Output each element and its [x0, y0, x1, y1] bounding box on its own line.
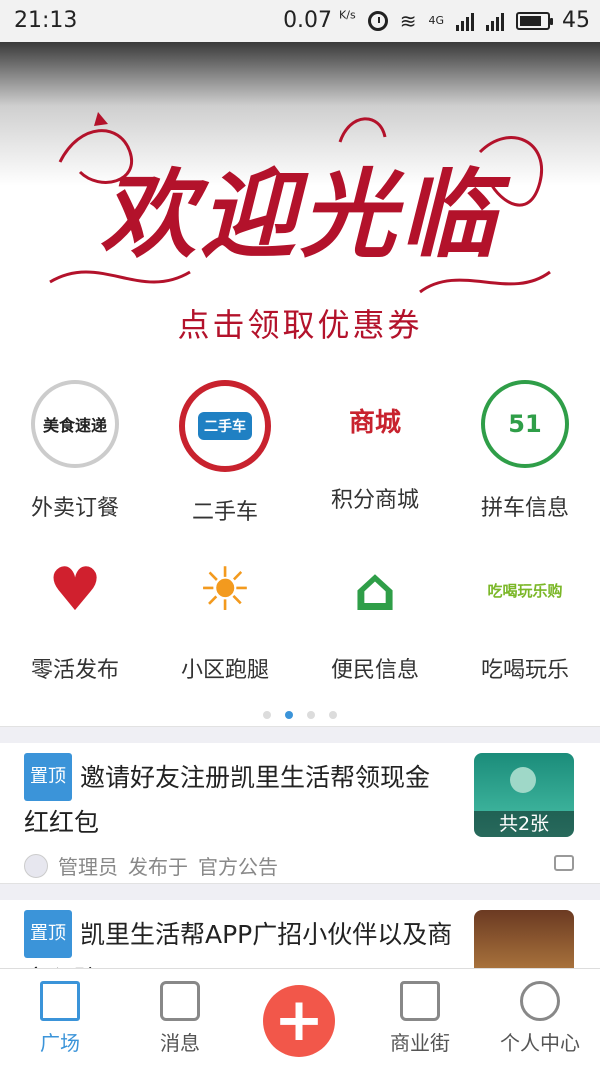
- network-type: 4G: [428, 14, 444, 27]
- alarm-icon: [367, 10, 388, 31]
- service-center-icon: ⌂: [353, 555, 397, 625]
- points-mall-icon: 商城: [348, 407, 401, 438]
- battery-level: 45: [562, 8, 590, 33]
- welcome-banner[interactable]: 欢迎光临 点击领取优惠券: [0, 42, 600, 362]
- menu-item-label: 小区跑腿: [180, 658, 269, 683]
- status-bar: 21:13 0.07 K/s ≋ 4G 45: [0, 0, 600, 42]
- menu-item-label: 二手车: [191, 500, 258, 525]
- food-delivery-icon: 美食速递: [31, 380, 119, 468]
- avatar: [510, 767, 536, 793]
- post-title: 置顶 邀请好友注册凯里生活帮领现金红红包: [24, 753, 454, 845]
- wifi-icon: ≋: [399, 8, 417, 33]
- menu-item-label: 零活发布: [30, 658, 119, 683]
- post-item[interactable]: 置顶 邀请好友注册凯里生活帮领现金红红包 共2张 管理员 发布于 官方公告: [0, 743, 600, 883]
- menu-item-label: 积分商城: [330, 488, 419, 513]
- page-dot: [329, 711, 337, 719]
- menu-item-carpool[interactable]: 51 拼车信息: [450, 380, 600, 522]
- battery-icon: [516, 11, 553, 30]
- page-dot: [263, 711, 271, 719]
- section-divider: [0, 883, 600, 901]
- tab-label: 广场: [40, 1031, 80, 1055]
- image-count: 共2张: [474, 811, 574, 837]
- coupon-link[interactable]: 点击领取优惠券: [0, 300, 600, 346]
- post-thumbnail[interactable]: [474, 910, 574, 968]
- plaza-icon: [40, 981, 80, 1021]
- menu-item-label: 外卖订餐: [30, 496, 119, 521]
- banner-title: 欢迎光临: [100, 158, 500, 271]
- post-title: 置顶凯里生活帮APP广招小伙伴以及商家入驻: [24, 910, 454, 968]
- entertainment-icon: 吃喝玩乐购: [487, 581, 563, 600]
- service-grid: 美食速递 外卖订餐 二手车 二手车 商城 积分商城 51 拼车信息 ♥ 零活发布…: [0, 362, 600, 722]
- menu-item-entertainment[interactable]: 吃喝玩乐购 吃喝玩乐: [450, 550, 600, 684]
- menu-item-label: 便民信息: [330, 658, 419, 683]
- home-heart-icon: [160, 981, 200, 1021]
- menu-item-label: 拼车信息: [480, 496, 569, 521]
- page-dot-active: [285, 711, 293, 719]
- used-car-icon: 二手车: [179, 380, 271, 472]
- tab-label: 商业街: [390, 1031, 450, 1055]
- status-time: 21:13: [14, 8, 78, 33]
- post-thumbnail[interactable]: 共2张: [474, 753, 574, 837]
- pinned-badge: 置顶: [24, 753, 72, 801]
- menu-item-odd-jobs[interactable]: ♥ 零活发布: [0, 550, 150, 684]
- signal-icon: [456, 11, 474, 31]
- network-speed: 0.07 K/s: [283, 8, 356, 33]
- errand-icon: ☀: [198, 555, 252, 625]
- tab-messages[interactable]: 消息: [120, 981, 240, 1056]
- tab-plaza[interactable]: 广场: [0, 981, 120, 1056]
- menu-item-errand[interactable]: ☀ 小区跑腿: [150, 550, 300, 684]
- comment-icon[interactable]: [554, 855, 574, 871]
- section-divider: [0, 726, 600, 744]
- posted-in: 发布于: [128, 855, 188, 879]
- shopping-bag-icon: [400, 981, 440, 1021]
- tab-profile[interactable]: 个人中心: [480, 981, 600, 1056]
- menu-item-service-info[interactable]: ⌂ 便民信息: [300, 550, 450, 684]
- carpool-icon: 51: [481, 380, 569, 468]
- pinned-badge: 置顶: [24, 910, 72, 958]
- tab-label: 消息: [160, 1031, 200, 1055]
- user-icon: [520, 981, 560, 1021]
- bottom-tab-bar: 广场 消息 + 商业街 个人中心: [0, 968, 600, 1068]
- tab-label: 个人中心: [500, 1031, 580, 1055]
- post-item[interactable]: 置顶凯里生活帮APP广招小伙伴以及商家入驻: [0, 900, 600, 968]
- menu-item-food-delivery[interactable]: 美食速递 外卖订餐: [0, 380, 150, 522]
- add-post-button[interactable]: +: [263, 985, 335, 1057]
- post-meta: 管理员 发布于 官方公告: [24, 851, 278, 880]
- author-avatar: [24, 853, 48, 878]
- signal-icon-2: [486, 11, 504, 31]
- post-category[interactable]: 官方公告: [198, 851, 278, 880]
- author-name[interactable]: 管理员: [58, 851, 118, 880]
- menu-item-used-car[interactable]: 二手车 二手车: [150, 380, 300, 526]
- page-dot: [307, 711, 315, 719]
- menu-item-label: 吃喝玩乐: [480, 658, 569, 683]
- odd-jobs-icon: ♥: [48, 555, 102, 625]
- tab-business-street[interactable]: 商业街: [360, 981, 480, 1056]
- menu-item-points-mall[interactable]: 商城 积分商城: [300, 380, 450, 514]
- page-indicator: [0, 704, 600, 723]
